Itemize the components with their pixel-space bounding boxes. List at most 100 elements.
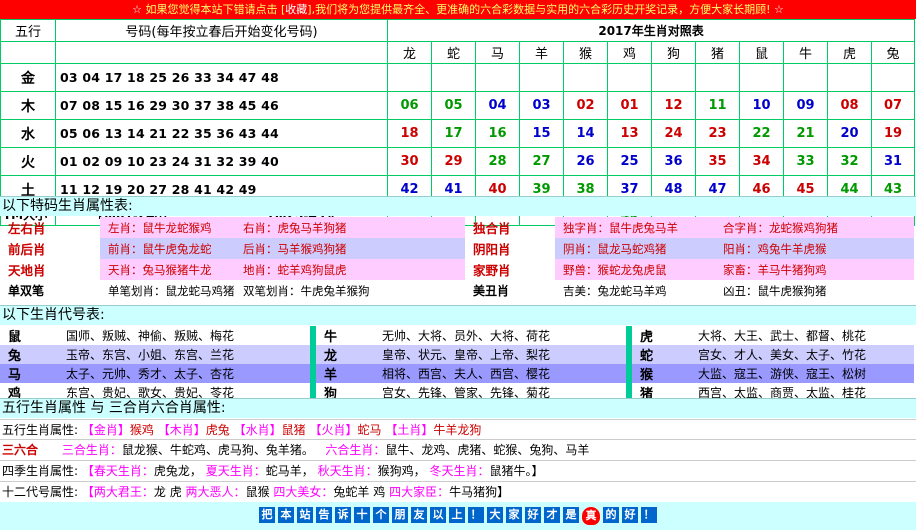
star-icon: ☆ xyxy=(774,3,784,16)
zodiac-header: 羊 xyxy=(519,41,564,64)
section-title: 五行生肖属性 与 三合肖六合肖属性: xyxy=(0,398,916,418)
wuxing-key: 【木肖】 xyxy=(157,423,206,437)
zodiac-header: 蛇 xyxy=(431,41,476,64)
zodiac-header: 牛 xyxy=(783,41,828,64)
wuxing-key: 【火肖】 xyxy=(309,423,358,437)
element-numbers: 07 08 15 16 29 30 37 38 45 46 xyxy=(55,91,388,120)
zodiac-number: 03 xyxy=(519,91,564,120)
heart-icon: 真 xyxy=(582,507,600,525)
attribute-d: 家畜：羊马牛猪狗鸡 xyxy=(715,259,914,280)
zodiac-name: 马 xyxy=(0,364,60,383)
season-key: 秋天生肖： xyxy=(317,464,378,478)
attribute-a: 天肖：兔马猴猪牛龙 xyxy=(100,259,235,280)
footer-char: 诉 xyxy=(335,507,351,523)
zodiac-name: 蛇 xyxy=(632,345,692,364)
zodiac-number: 06 xyxy=(387,91,432,120)
sanhe-a-value: 鼠龙猴、牛蛇鸡、虎马狗、兔羊猪。 xyxy=(121,443,314,457)
zodiac-number xyxy=(607,63,652,92)
code-key: 四大家臣： xyxy=(389,485,450,499)
footer-char: 朋 xyxy=(392,507,408,523)
element-row: 金 03 04 17 18 25 26 33 34 47 48 xyxy=(0,63,916,92)
zodiac-number: 36 xyxy=(651,147,696,176)
zodiac-codes: 玉帝、东宫、小姐、东宫、兰花 xyxy=(60,345,310,364)
element-name: 火 xyxy=(0,147,56,176)
attribute-row: 前后肖 前肖：鼠牛虎兔龙蛇 后肖：马羊猴鸡狗猪 阴阳肖 阴肖：鼠龙马蛇鸡猪 阳肖：鸡兔牛羊… xyxy=(0,238,914,259)
zodiac-number xyxy=(475,63,520,92)
zodiac-codes: 相将、西宫、夫人、西宫、樱花 xyxy=(376,364,626,383)
zodiac-header: 狗 xyxy=(651,41,696,64)
footer-char: 才 xyxy=(544,507,560,523)
zodiac-number: 33 xyxy=(783,147,828,176)
element-row: 火 01 02 09 10 23 24 31 32 39 40 30 29 28 27 26… xyxy=(0,147,916,176)
wuxing-key: 【水肖】 xyxy=(233,423,282,437)
zodiac-number: 35 xyxy=(695,147,740,176)
attribute-c: 阴肖：鼠龙马蛇鸡猪 xyxy=(555,238,715,259)
zodiac-number: 08 xyxy=(827,91,872,120)
zodiac-codes: 太子、元帅、秀才、太子、杏花 xyxy=(60,364,310,383)
code-value: 鼠猴 xyxy=(245,485,270,499)
attribute-c: 吉美：兔龙蛇马羊鸡 xyxy=(555,280,715,301)
attribute-d: 凶丑：鼠牛虎猴狗猪 xyxy=(715,280,914,301)
attribute-label: 左右肖 xyxy=(8,221,46,236)
wuxing-value: 猴鸡 xyxy=(129,423,154,437)
attribute-label: 家野肖 xyxy=(473,263,511,278)
zodiac-codes: 大监、寇王、游侠、寇王、松树 xyxy=(692,364,914,383)
year-title: 2017年生肖对照表 xyxy=(386,19,916,42)
zodiac-codes: 宫女、才人、美女、太子、竹花 xyxy=(692,345,914,364)
element-name: 金 xyxy=(0,63,56,92)
zodiac-number: 02 xyxy=(563,91,608,120)
footer-chars: 把本站告诉十个朋友以上！大家好才是真的好！ xyxy=(259,507,657,525)
sanhe-b-key: 六合生肖： xyxy=(325,443,386,457)
attribute-a: 左肖：鼠牛龙蛇猴鸡 xyxy=(100,217,235,238)
zodiac-header: 猪 xyxy=(695,41,740,64)
footer-char: ！ xyxy=(641,507,657,523)
zodiac-number: 34 xyxy=(739,147,784,176)
zodiac-number xyxy=(827,63,872,92)
favorite-link[interactable]: 收藏 xyxy=(285,3,307,16)
zodiac-number xyxy=(519,63,564,92)
element-numbers: 03 04 17 18 25 26 33 34 47 48 xyxy=(55,63,388,92)
zodiac-number: 11 xyxy=(695,91,740,120)
siji-label: 四季生肖属性: xyxy=(2,464,79,478)
attribute-b: 地肖：蛇羊鸡狗鼠虎 xyxy=(235,259,465,280)
footer-char: 站 xyxy=(297,507,313,523)
zodiac-number: 17 xyxy=(431,119,476,148)
wuxing-number-table: 五行 号码(每年按立春后开始变化号码) 2017年生肖对照表 龙蛇马羊猴鸡狗猪鼠… xyxy=(0,19,916,226)
wuxing-value: 鼠猪 xyxy=(281,423,306,437)
element-row: 水 05 06 13 14 21 22 35 36 43 44 18 17 16 15 14… xyxy=(0,119,916,148)
section-title: 以下特码生肖属性表: xyxy=(0,196,916,216)
code-key: 【两大君王： xyxy=(81,485,154,499)
footer-char: 友 xyxy=(411,507,427,523)
zodiac-number xyxy=(739,63,784,92)
footer-char: 以 xyxy=(430,507,446,523)
zodiac-number xyxy=(783,63,828,92)
zodiac-number: 31 xyxy=(870,147,916,176)
attribute-b: 双笔划肖：牛虎兔羊猴狗 xyxy=(235,280,465,301)
zodiac-number: 19 xyxy=(870,119,916,148)
attribute-row: 天地肖 天肖：兔马猴猪牛龙 地肖：蛇羊鸡狗鼠虎 家野肖 野兽：猴蛇龙兔虎鼠 家畜：羊马牛猪… xyxy=(0,259,914,280)
zodiac-name: 龙 xyxy=(316,345,376,364)
attribute-c: 野兽：猴蛇龙兔虎鼠 xyxy=(555,259,715,280)
zodiac-number: 05 xyxy=(431,91,476,120)
zodiac-number: 21 xyxy=(783,119,828,148)
siji-row: 四季生肖属性: 【春天生肖：虎兔龙， 夏天生肖：蛇马羊， 秋天生肖：猴狗鸡， 冬… xyxy=(0,460,916,482)
footer-char: ！ xyxy=(468,507,484,523)
zodiac-number: 22 xyxy=(739,119,784,148)
attribute-c: 独字肖：鼠牛虎兔马羊 xyxy=(555,217,715,238)
zodiac-number xyxy=(870,63,916,92)
attribute-table: 左右肖 左肖：鼠牛龙蛇猴鸡 右肖：虎兔马羊狗猪 独合肖 独字肖：鼠牛虎兔马羊 合字肖：龙蛇… xyxy=(0,217,914,301)
wuxing-row: 五行生肖属性: 【金肖】猴鸡 【木肖】虎兔 【水肖】鼠猪 【火肖】蛇马 【土肖】… xyxy=(0,419,916,441)
zodiac-number: 27 xyxy=(519,147,564,176)
zodiac-name: 牛 xyxy=(316,326,376,345)
attribute-row: 单双笔 单笔划肖：鼠龙蛇马鸡猪 双笔划肖：牛虎兔羊猴狗 美丑肖 吉美：兔龙蛇马羊鸡 凶丑：… xyxy=(0,280,914,301)
zodiac-name: 鼠 xyxy=(0,326,60,345)
zodiac-number: 07 xyxy=(870,91,916,120)
footer-char: 好 xyxy=(525,507,541,523)
attribute-label: 美丑肖 xyxy=(473,284,510,298)
zodiac-name: 虎 xyxy=(632,326,692,345)
zodiac-name: 羊 xyxy=(316,364,376,383)
season-key: 冬天生肖： xyxy=(429,464,490,478)
banner-text-a: 如果您觉得本站下错请点击 [ xyxy=(145,3,286,16)
code-row: 兔玉帝、东宫、小姐、东宫、兰花龙皇帝、状元、皇帝、上帝、梨花蛇宫女、才人、美女、… xyxy=(0,345,914,364)
star-icon: ☆ xyxy=(132,3,142,16)
